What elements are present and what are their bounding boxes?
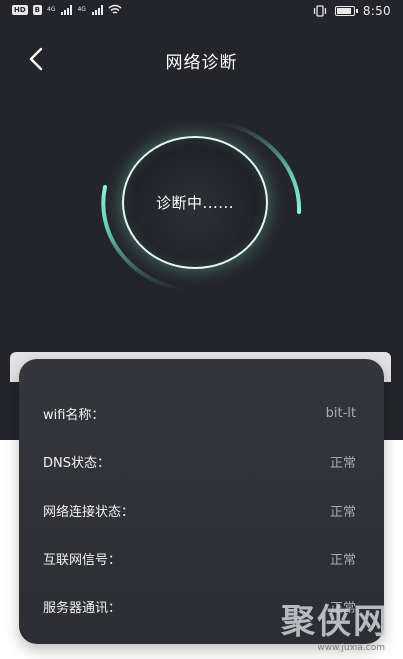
info-value: bit-lt <box>325 405 356 421</box>
info-row-wifi: wifi名称： bit-lt <box>43 401 356 425</box>
info-label: DNS状态： <box>43 455 110 471</box>
info-row-internet: 互联网信号： 正常 <box>43 546 356 570</box>
info-value: 正常 <box>329 504 356 520</box>
info-value: 正常 <box>329 455 356 471</box>
watermark-url: www.juxia.com <box>317 643 385 653</box>
hd-badge: HD <box>12 4 28 15</box>
wifi-icon <box>108 4 122 14</box>
vibrate-icon <box>313 5 326 17</box>
diagnosis-indicator: 诊断中...... <box>95 112 310 302</box>
signal-icon <box>61 4 73 15</box>
status-time: 8:50 <box>362 4 391 18</box>
battery-icon <box>334 6 358 16</box>
info-label: 互联网信号： <box>43 552 122 568</box>
status-bar: HD B 4G 4G 8:50 <box>0 0 403 24</box>
info-label: wifi名称： <box>43 407 105 423</box>
info-value: 正常 <box>329 552 356 568</box>
status-left: HD B 4G 4G <box>12 4 122 15</box>
network-type-1: 4G <box>47 6 56 13</box>
page-title: 网络诊断 <box>165 53 238 73</box>
info-label: 服务器通讯： <box>43 600 122 616</box>
watermark-logo: 聚侠网 <box>281 602 389 642</box>
status-right: 8:50 <box>313 4 391 18</box>
signal-icon-2 <box>91 4 103 15</box>
info-label: 网络连接状态： <box>43 504 135 520</box>
hd-sub-badge: B <box>32 4 43 15</box>
diagnosis-status-text: 诊断中...... <box>155 194 235 212</box>
info-row-connection: 网络连接状态： 正常 <box>43 498 356 522</box>
info-row-dns: DNS状态： 正常 <box>43 449 356 473</box>
network-type-2: 4G <box>77 6 86 13</box>
